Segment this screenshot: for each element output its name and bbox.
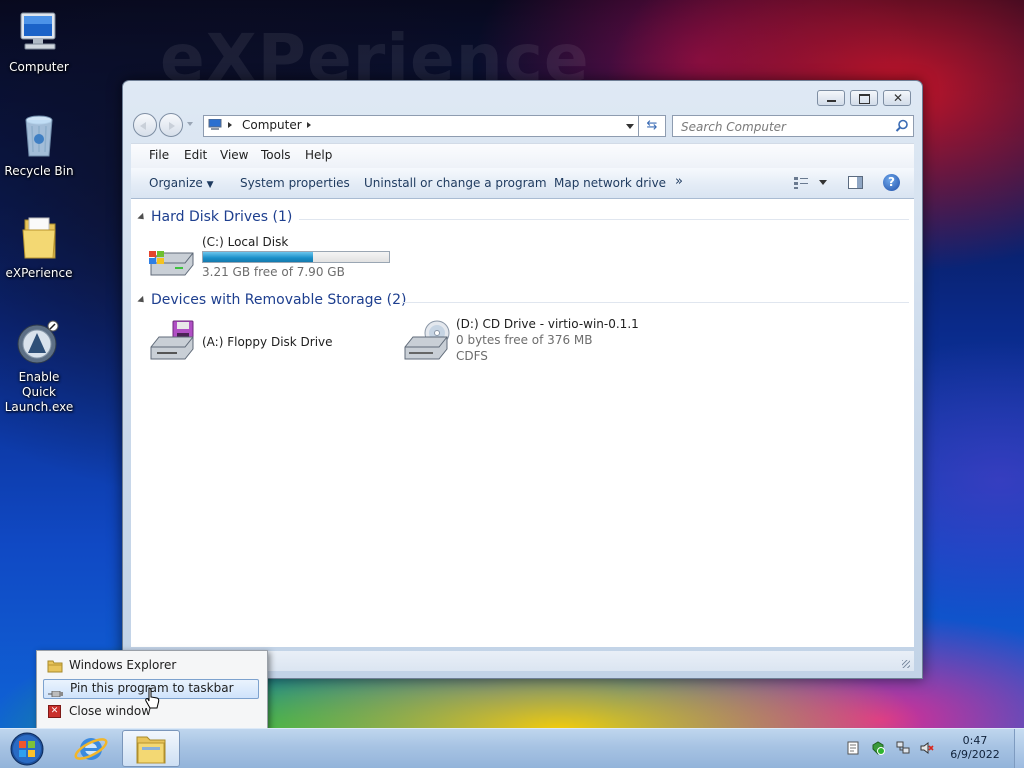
maximize-icon	[859, 94, 870, 104]
desktop-icon-enable-quick-launch[interactable]: Enable Quick Launch.exe	[0, 318, 78, 415]
jumplist-item-label: Windows Explorer	[69, 658, 177, 672]
computer-small-icon	[208, 118, 222, 131]
clock-date: 6/9/2022	[950, 748, 1000, 761]
notepad-tray-icon[interactable]	[846, 741, 860, 755]
group-header-hard-disk-drives[interactable]: Hard Disk Drives (1)	[151, 209, 292, 225]
resize-grip-icon[interactable]	[902, 660, 910, 668]
taskbar-windows-explorer[interactable]	[122, 730, 180, 767]
uninstall-program-button[interactable]: Uninstall or change a program	[364, 176, 547, 190]
drive-name: (C:) Local Disk	[202, 235, 289, 249]
map-network-drive-button[interactable]: Map network drive	[554, 176, 666, 190]
minimize-button[interactable]	[817, 90, 845, 106]
folder-icon	[15, 214, 63, 262]
breadcrumb-separator-icon[interactable]	[228, 122, 232, 128]
chevron-down-icon: ▼	[206, 180, 214, 190]
menu-view[interactable]: View	[220, 148, 248, 162]
desktop-icon-label: Enable Quick Launch.exe	[4, 370, 74, 414]
drive-file-system: CDFS	[456, 349, 488, 363]
command-bar: Organize ▼ System properties Uninstall o…	[131, 168, 914, 199]
back-button[interactable]	[133, 113, 157, 137]
start-button[interactable]	[6, 731, 48, 767]
close-icon: ✕	[893, 91, 904, 105]
show-desktop-button[interactable]	[1014, 729, 1024, 768]
desktop-icon-label: Computer	[9, 60, 69, 74]
taskbar: 0:47 6/9/2022	[0, 728, 1024, 768]
taskbar-jumplist: Windows Explorer Pin this program to tas…	[36, 650, 268, 730]
clock-time: 0:47	[962, 734, 988, 747]
desktop-icon-experience-folder[interactable]: eXPerience	[0, 214, 78, 281]
drive-item-c[interactable]: (C:) Local Disk 3.21 GB free of 7.90 GB	[147, 235, 407, 283]
back-arrow-icon	[140, 122, 146, 130]
desktop-icon-computer[interactable]: Computer	[0, 8, 78, 75]
navigation-bar: Computer ⇆	[131, 111, 914, 139]
preview-pane-icon[interactable]	[848, 176, 863, 189]
collapse-group-icon[interactable]	[137, 295, 147, 306]
drive-free-space: 3.21 GB free of 7.90 GB	[202, 265, 345, 279]
forward-button[interactable]	[159, 113, 183, 137]
refresh-icon: ⇆	[646, 118, 658, 133]
close-icon: ✕	[48, 705, 61, 718]
folder-icon	[47, 659, 63, 673]
mouse-cursor-icon	[145, 687, 161, 711]
computer-icon	[15, 8, 63, 56]
floppy-drive-icon	[147, 319, 197, 365]
maximize-button[interactable]	[850, 90, 878, 106]
close-button[interactable]: ✕	[883, 90, 911, 106]
drive-item-d[interactable]: (D:) CD Drive - virtio-win-0.1.1 0 bytes…	[401, 317, 661, 367]
organize-button[interactable]: Organize ▼	[149, 176, 214, 190]
help-icon[interactable]: ?	[883, 174, 900, 191]
taskbar-internet-explorer[interactable]	[68, 731, 114, 767]
menu-help[interactable]: Help	[305, 148, 332, 162]
system-properties-button[interactable]: System properties	[240, 176, 350, 190]
quick-launch-app-icon	[15, 318, 63, 366]
menu-file[interactable]: File	[149, 148, 169, 162]
recent-pages-dropdown-icon[interactable]	[187, 122, 193, 126]
search-input[interactable]	[679, 118, 888, 136]
security-shield-icon[interactable]	[871, 741, 885, 755]
network-icon[interactable]	[896, 741, 910, 755]
jumplist-item-windows-explorer[interactable]: Windows Explorer	[43, 656, 259, 676]
group-divider	[402, 302, 909, 303]
volume-muted-icon[interactable]	[920, 741, 934, 755]
minimize-icon	[827, 100, 836, 102]
drive-item-a[interactable]: (A:) Floppy Disk Drive	[147, 317, 387, 367]
folder-icon	[136, 736, 166, 764]
address-bar[interactable]: Computer	[203, 115, 639, 137]
system-clock[interactable]: 0:47 6/9/2022	[936, 734, 1014, 762]
internet-explorer-icon	[74, 738, 108, 760]
menu-bar: File Edit View Tools Help	[131, 143, 914, 169]
forward-arrow-icon	[169, 122, 175, 130]
more-commands-button[interactable]: »	[675, 174, 683, 189]
explorer-window: ✕ Computer ⇆ File Edit View	[122, 80, 923, 679]
drive-name: (A:) Floppy Disk Drive	[202, 335, 333, 349]
breadcrumb-computer[interactable]: Computer	[242, 118, 302, 132]
group-divider	[299, 219, 909, 220]
organize-label: Organize	[149, 176, 203, 190]
content-pane: Hard Disk Drives (1) (C:) Local Disk 3.2…	[131, 199, 914, 647]
search-icon[interactable]	[895, 119, 909, 133]
drive-usage-bar	[202, 251, 390, 263]
recycle-bin-icon	[15, 112, 63, 160]
breadcrumb-separator-icon[interactable]	[307, 122, 311, 128]
desktop-icon-recycle-bin[interactable]: Recycle Bin	[0, 112, 78, 179]
windows-orb-icon	[10, 732, 44, 766]
cd-drive-icon	[401, 319, 451, 365]
menu-edit[interactable]: Edit	[184, 148, 207, 162]
menu-tools[interactable]: Tools	[261, 148, 291, 162]
drive-usage-fill	[203, 252, 314, 262]
group-header-removable-storage[interactable]: Devices with Removable Storage (2)	[151, 292, 406, 308]
hard-disk-drive-icon	[147, 243, 197, 281]
drive-free-space: 0 bytes free of 376 MB	[456, 333, 593, 347]
refresh-button[interactable]: ⇆	[639, 115, 666, 137]
desktop-icon-label: eXPerience	[5, 266, 73, 280]
jumplist-item-label: Close window	[69, 704, 152, 718]
desktop-icon-label: Recycle Bin	[4, 164, 74, 178]
view-options-dropdown-icon[interactable]	[819, 180, 827, 185]
collapse-group-icon[interactable]	[137, 212, 147, 223]
pin-icon	[48, 686, 64, 698]
search-box[interactable]	[672, 115, 914, 137]
address-dropdown-icon[interactable]	[626, 124, 634, 129]
change-view-icon[interactable]	[793, 176, 809, 190]
drive-name: (D:) CD Drive - virtio-win-0.1.1	[456, 317, 639, 331]
